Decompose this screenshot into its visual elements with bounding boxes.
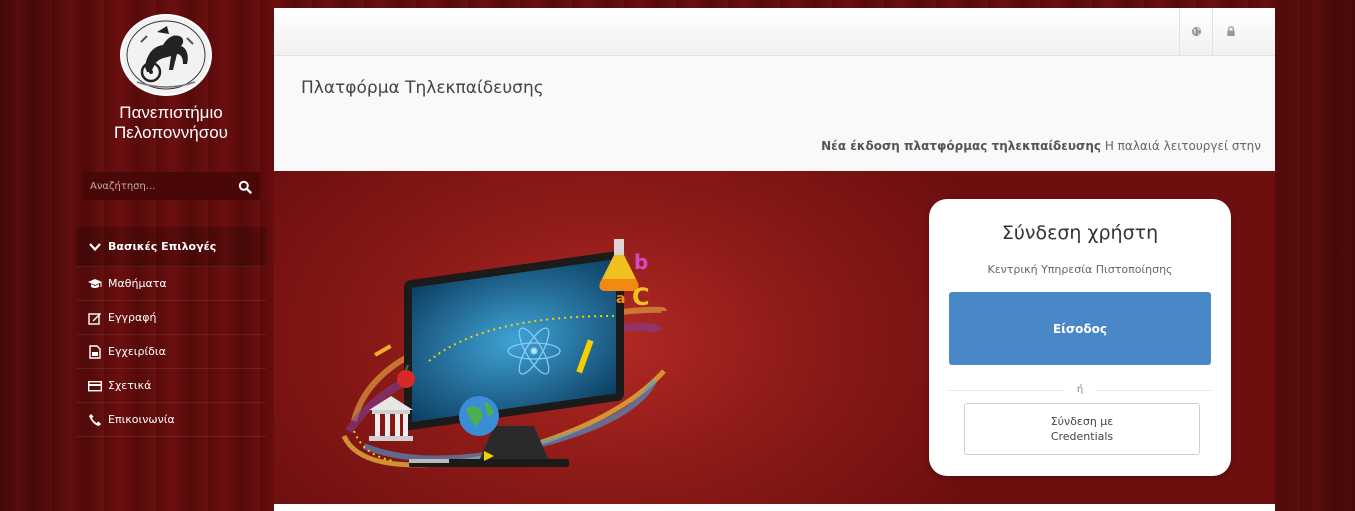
sidebar-item-about[interactable]: Σχετικά bbox=[76, 369, 266, 403]
notice-bold: Νέα έκδοση πλατφόρμας τηλεκπαίδευσης bbox=[821, 139, 1102, 153]
svg-text:C: C bbox=[632, 283, 650, 311]
globe-icon bbox=[1191, 22, 1202, 41]
graduation-cap-icon bbox=[88, 277, 102, 291]
language-button[interactable] bbox=[1179, 8, 1212, 55]
sidebar-item-contact[interactable]: Επικοινωνία bbox=[76, 403, 266, 437]
sidebar-item-label: Εγχειρίδια bbox=[108, 345, 166, 358]
sidebar-item-label: Επικοινωνία bbox=[108, 413, 175, 426]
login-title: Σύνδεση χρήστη bbox=[1001, 222, 1159, 244]
sidebar: Πανεπιστήμιο Πελοποννήσου Βασικές Επιλογ… bbox=[76, 0, 266, 511]
e-learning-illustration: b C a bbox=[341, 239, 667, 468]
login-lock-button[interactable] bbox=[1212, 8, 1249, 55]
lock-icon bbox=[1226, 22, 1236, 41]
or-divider: ή bbox=[949, 384, 1211, 396]
menu-header-basic-options[interactable]: Βασικές Επιλογές bbox=[76, 227, 266, 267]
phone-icon bbox=[88, 413, 102, 427]
page-header: Πλατφόρμα Τηλεκπαίδευσης Νέα έκδοση πλατ… bbox=[274, 56, 1275, 171]
credentials-line1: Σύνδεση με bbox=[1050, 415, 1114, 428]
sidebar-item-label: Σχετικά bbox=[108, 379, 152, 392]
login-card: Σύνδεση χρήστη Κεντρική Υπηρεσία Πιστοπο… bbox=[929, 199, 1231, 476]
university-name: Πανεπιστήμιο Πελοποννήσου bbox=[76, 103, 266, 143]
login-subtitle: Κεντρική Υπηρεσία Πιστοποίησης bbox=[987, 263, 1173, 276]
search-input[interactable] bbox=[82, 172, 222, 200]
search-box bbox=[82, 172, 260, 200]
search-icon[interactable] bbox=[238, 179, 252, 194]
edit-icon bbox=[88, 311, 102, 325]
hero-banner: b C a Σύνδεση χρήστη Κεντρική Υπηρεσία Π… bbox=[274, 171, 1275, 504]
document-icon bbox=[88, 344, 102, 359]
menu-header-label: Βασικές Επιλογές bbox=[108, 240, 217, 253]
credentials-line2: Credentials bbox=[1050, 430, 1114, 443]
sidebar-item-courses[interactable]: Μαθήματα bbox=[76, 267, 266, 301]
sidebar-menu: Βασικές Επιλογές Μαθήματα Εγγραφή Εγχειρ… bbox=[76, 227, 266, 437]
credentials-login-button[interactable]: Σύνδεση με Credentials bbox=[964, 403, 1200, 455]
svg-text:a: a bbox=[616, 291, 625, 307]
sidebar-item-label: Εγγραφή bbox=[108, 311, 157, 324]
university-name-line1: Πανεπιστήμιο bbox=[119, 103, 223, 122]
chevron-down-icon bbox=[88, 240, 102, 254]
page-title: Πλατφόρμα Τηλεκπαίδευσης bbox=[301, 78, 544, 98]
sidebar-item-label: Μαθήματα bbox=[108, 277, 167, 290]
credit-card-icon bbox=[87, 379, 103, 393]
university-name-line2: Πελοποννήσου bbox=[114, 123, 228, 142]
main-content: Πλατφόρμα Τηλεκπαίδευσης Νέα έκδοση πλατ… bbox=[274, 8, 1275, 511]
sidebar-item-manuals[interactable]: Εγχειρίδια bbox=[76, 335, 266, 369]
top-bar bbox=[274, 8, 1275, 56]
divider-text: ή bbox=[1076, 384, 1084, 395]
sidebar-item-register[interactable]: Εγγραφή bbox=[76, 301, 266, 335]
university-logo[interactable] bbox=[117, 12, 215, 98]
notice-rest: Η παλαιά λειτουργεί στην bbox=[1101, 139, 1261, 153]
svg-text:b: b bbox=[634, 250, 648, 274]
new-version-notice: Νέα έκδοση πλατφόρμας τηλεκπαίδευσης Η π… bbox=[821, 139, 1261, 153]
sso-login-button[interactable]: Είσοδος bbox=[949, 292, 1211, 365]
